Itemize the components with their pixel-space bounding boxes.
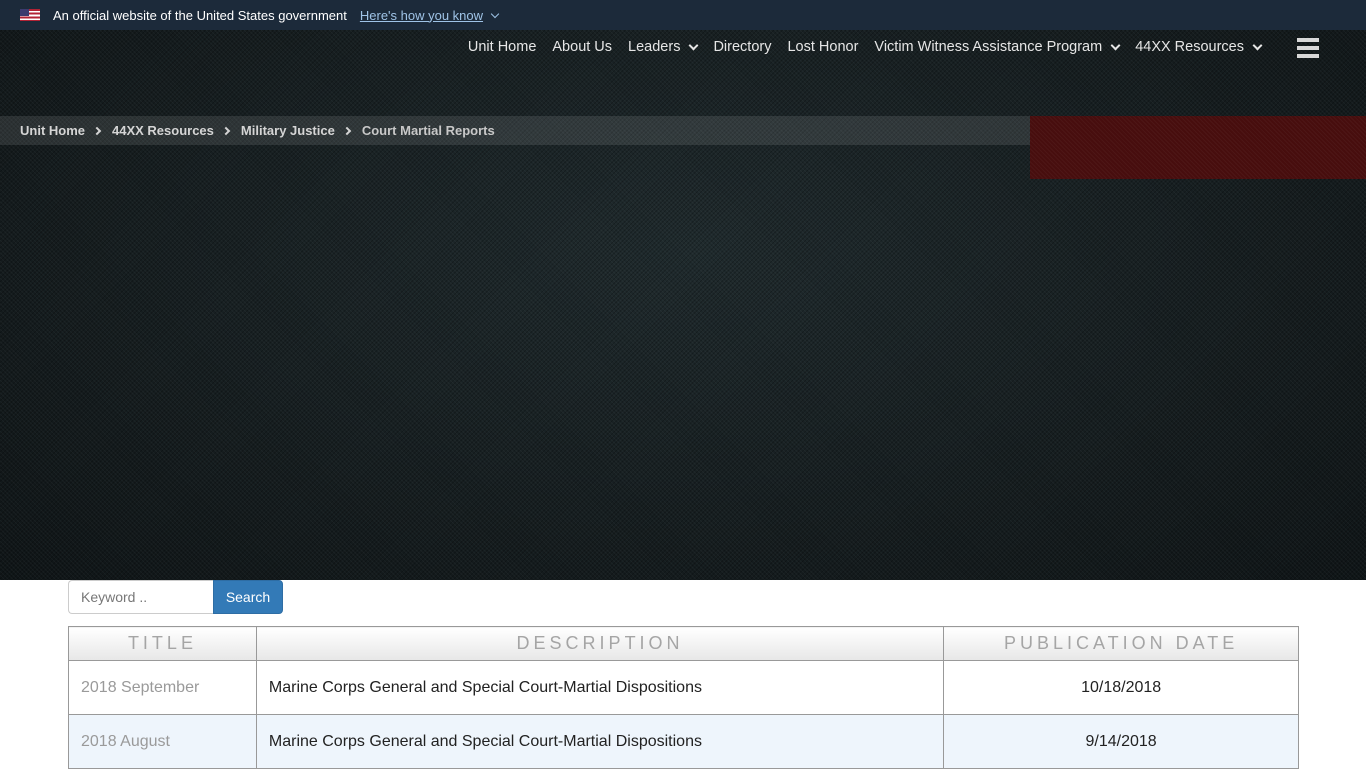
us-flag-icon [20, 9, 40, 21]
table-row[interactable]: 2018 September Marine Corps General and … [68, 660, 1299, 715]
breadcrumb-44xx-resources[interactable]: 44XX Resources [112, 123, 214, 138]
search-button[interactable]: Search [213, 580, 283, 614]
breadcrumb: Unit Home 44XX Resources Military Justic… [0, 116, 1030, 145]
heres-how-you-know-label: Here's how you know [359, 7, 484, 23]
chevron-down-icon [1252, 40, 1263, 50]
cell-description: Marine Corps General and Special Court-M… [255, 660, 945, 715]
breadcrumb-unit-home[interactable]: Unit Home [20, 123, 85, 138]
nav-item-directory[interactable]: Directory [713, 39, 771, 55]
nav-item-label: Victim Witness Assistance Program [874, 39, 1103, 55]
hamburger-menu-icon[interactable] [1297, 38, 1319, 58]
chevron-right-icon [92, 126, 102, 135]
nav-item-label: Unit Home [467, 39, 537, 55]
hero-banner: Unit Home About Us Leaders Directory Los… [0, 30, 1366, 580]
breadcrumb-court-martial-reports: Court Martial Reports [361, 123, 495, 138]
breadcrumb-military-justice[interactable]: Military Justice [241, 123, 335, 138]
heres-how-you-know-link[interactable]: Here's how you know [359, 7, 500, 23]
cell-description: Marine Corps General and Special Court-M… [255, 714, 945, 769]
nav-item-victim-witness[interactable]: Victim Witness Assistance Program [874, 39, 1121, 55]
nav-item-label: 44XX Resources [1135, 39, 1244, 55]
nav-item-label: Lost Honor [787, 39, 859, 55]
chevron-down-icon [689, 40, 699, 50]
nav-item-label: Leaders [628, 39, 681, 55]
gov-banner: An official website of the United States… [0, 0, 1366, 30]
court-martial-reports-table: TITLE DESCRIPTION PUBLICATION DATE 2018 … [68, 626, 1299, 769]
cell-title[interactable]: 2018 August [68, 714, 257, 769]
nav-item-label: Directory [713, 39, 772, 55]
keyword-search-input[interactable] [68, 580, 213, 614]
table-row[interactable]: 2018 August Marine Corps General and Spe… [68, 714, 1299, 769]
main-nav: Unit Home About Us Leaders Directory Los… [452, 30, 1366, 64]
nav-item-unit-home[interactable]: Unit Home [468, 39, 537, 55]
nav-item-label: About Us [552, 39, 613, 55]
column-header-title[interactable]: TITLE [68, 626, 257, 661]
chevron-right-icon [342, 126, 352, 135]
search-form: Search [68, 580, 283, 614]
chevron-down-icon [1110, 40, 1121, 50]
cell-title[interactable]: 2018 September [68, 660, 257, 715]
cell-publication-date: 9/14/2018 [943, 714, 1299, 769]
column-header-publication-date[interactable]: PUBLICATION DATE [943, 626, 1299, 661]
decorative-red-block [1030, 116, 1366, 179]
chevron-right-icon [221, 126, 231, 135]
chevron-down-icon [490, 9, 500, 18]
column-header-description[interactable]: DESCRIPTION [255, 626, 945, 661]
nav-item-leaders[interactable]: Leaders [628, 39, 699, 55]
nav-item-lost-honor[interactable]: Lost Honor [787, 39, 858, 55]
table-header-row: TITLE DESCRIPTION PUBLICATION DATE [68, 626, 1299, 661]
cell-publication-date: 10/18/2018 [943, 660, 1299, 715]
nav-item-about-us[interactable]: About Us [552, 39, 612, 55]
gov-banner-text: An official website of the United States… [53, 7, 347, 23]
nav-item-44xx-resources[interactable]: 44XX Resources [1135, 39, 1263, 55]
